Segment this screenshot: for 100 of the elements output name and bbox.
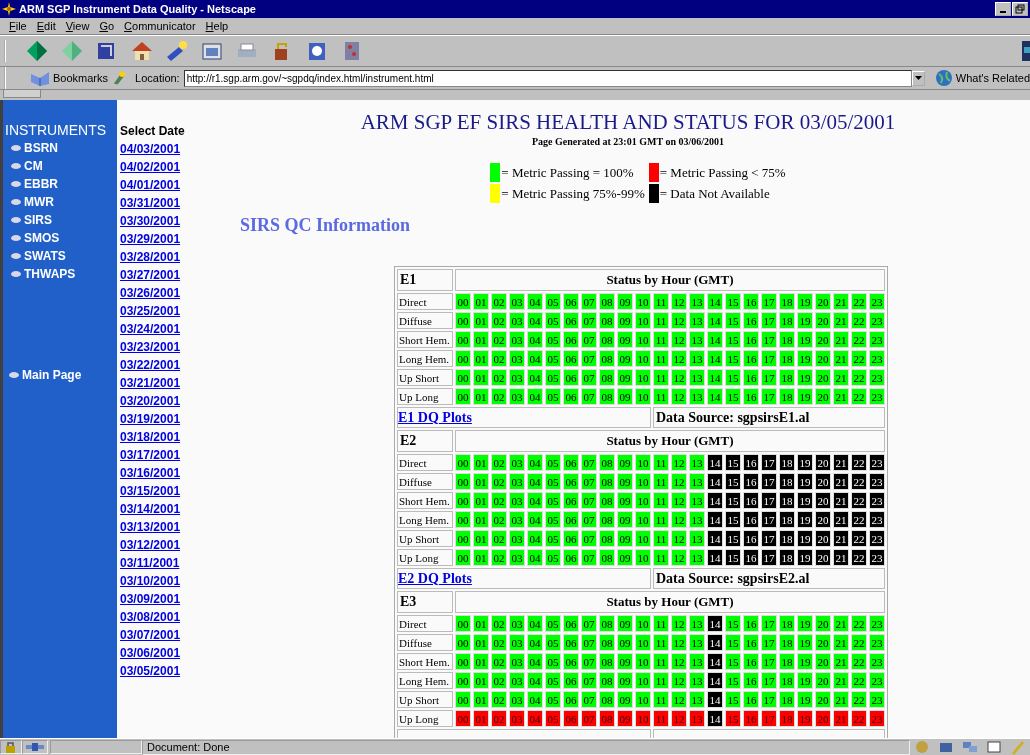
hour-cell: 09 — [617, 350, 633, 367]
date-link[interactable]: 03/11/2001 — [120, 554, 180, 572]
menu-item[interactable]: Help — [200, 20, 234, 32]
hour-cell: 06 — [563, 312, 579, 329]
hour-cell: 15 — [725, 710, 741, 727]
hour-cell: 16 — [743, 549, 759, 566]
date-link[interactable]: 03/31/2001 — [120, 194, 181, 212]
whats-related-button[interactable]: What's Related — [934, 69, 1030, 87]
back-icon[interactable] — [25, 39, 49, 63]
date-link[interactable]: 03/23/2001 — [120, 338, 181, 356]
date-link[interactable]: 03/28/2001 — [120, 248, 181, 266]
hour-cell: 05 — [545, 549, 561, 566]
date-link[interactable]: 03/18/2001 — [120, 428, 181, 446]
hour-cell: 23 — [869, 350, 885, 367]
hour-cell: 11 — [653, 473, 669, 490]
hour-cell: 12 — [671, 530, 687, 547]
date-link[interactable]: 03/06/2001 — [120, 644, 181, 662]
date-link[interactable]: 04/02/2001 — [120, 158, 181, 176]
table-header: Status by Hour (GMT) — [455, 430, 885, 452]
hour-cell: 04 — [527, 388, 543, 405]
url-field[interactable]: http://r1.sgp.arm.gov/~sgpdq/index.html/instrument.html — [183, 69, 912, 87]
hour-cell: 21 — [833, 511, 849, 528]
date-link[interactable]: 03/07/2001 — [120, 626, 181, 644]
main-page-link[interactable]: Main Page — [3, 366, 82, 384]
date-link[interactable]: 03/27/2001 — [120, 266, 181, 284]
sidebar-link[interactable]: BSRN — [3, 139, 58, 157]
hour-cell: 02 — [491, 293, 507, 310]
hour-cell: 13 — [689, 331, 705, 348]
date-link[interactable]: 03/19/2001 — [120, 410, 181, 428]
lock-button[interactable] — [0, 740, 22, 754]
date-link[interactable]: 03/17/2001 — [120, 446, 181, 464]
menu-item[interactable]: File — [4, 20, 32, 32]
restore-button[interactable] — [1012, 2, 1028, 16]
date-link[interactable]: 03/12/2001 — [120, 536, 181, 554]
hour-cell: 03 — [509, 672, 525, 689]
date-link[interactable]: 03/22/2001 — [120, 356, 181, 374]
hour-cell: 11 — [653, 691, 669, 708]
row-label: Short Hem. — [397, 331, 453, 348]
date-link[interactable]: 03/15/2001 — [120, 482, 181, 500]
menu-item[interactable]: Edit — [31, 20, 61, 32]
date-link[interactable]: 03/25/2001 — [120, 302, 181, 320]
date-link[interactable]: 03/21/2001 — [120, 374, 181, 392]
sidebar-link[interactable]: THWAPS — [3, 265, 76, 283]
hour-cell: 16 — [743, 634, 759, 651]
date-link[interactable]: 03/26/2001 — [120, 284, 181, 302]
connection-button[interactable] — [22, 740, 48, 754]
hour-cell: 20 — [815, 454, 831, 471]
date-link[interactable]: 04/01/2001 — [120, 176, 181, 194]
sidebar-link[interactable]: EBBR — [3, 175, 58, 193]
date-link[interactable]: 03/24/2001 — [120, 320, 181, 338]
hour-cell: 17 — [761, 549, 777, 566]
sidebar-link[interactable]: MWR — [3, 193, 54, 211]
sidebar-link[interactable]: CM — [3, 157, 43, 175]
menu-item[interactable]: View — [60, 20, 95, 32]
hour-cell: 10 — [635, 454, 651, 471]
hour-cell: 10 — [635, 473, 651, 490]
minimize-button[interactable] — [995, 2, 1011, 16]
hour-cell: 11 — [653, 331, 669, 348]
date-link[interactable]: 03/30/2001 — [120, 212, 181, 230]
date-link[interactable]: 03/29/2001 — [120, 230, 181, 248]
hour-cell: 00 — [455, 492, 471, 509]
date-link[interactable]: 03/20/2001 — [120, 392, 181, 410]
sidebar-link[interactable]: SMOS — [3, 229, 60, 247]
hour-cell: 18 — [779, 672, 795, 689]
hour-cell: 17 — [761, 511, 777, 528]
date-link[interactable]: 03/05/2001 — [120, 662, 181, 680]
collapsed-toolbar-tab[interactable] — [3, 90, 41, 98]
hour-cell: 14 — [707, 634, 723, 651]
hour-cell: 03 — [509, 710, 525, 727]
hour-cell: 14 — [707, 388, 723, 405]
hour-cell: 23 — [869, 369, 885, 386]
discussion-icon[interactable] — [962, 739, 978, 755]
hour-cell: 08 — [599, 549, 615, 566]
date-link[interactable]: 03/14/2001 — [120, 500, 181, 518]
date-link[interactable]: 03/13/2001 — [120, 518, 181, 536]
hour-cell: 21 — [833, 710, 849, 727]
hour-cell: 17 — [761, 691, 777, 708]
hour-cell: 12 — [671, 369, 687, 386]
hour-cell: 17 — [761, 530, 777, 547]
generated-time: Page Generated at 23:01 GMT on 03/06/2001 — [532, 136, 724, 147]
hour-cell: 00 — [455, 454, 471, 471]
hour-cell: 07 — [581, 492, 597, 509]
hour-cell: 12 — [671, 473, 687, 490]
hour-cell: 13 — [689, 388, 705, 405]
menu-item[interactable]: Go — [94, 20, 120, 32]
date-link[interactable]: 04/03/2001 — [120, 140, 181, 158]
sidebar-link[interactable]: SWATS — [3, 247, 66, 265]
date-link[interactable]: 03/09/2001 — [120, 590, 181, 608]
home-icon[interactable] — [130, 39, 154, 63]
bookmarks-button[interactable]: Bookmarks — [30, 70, 109, 86]
hour-cell: 10 — [635, 312, 651, 329]
menu-item[interactable]: Communicator — [119, 20, 201, 32]
search-icon[interactable] — [165, 39, 189, 63]
hour-cell: 05 — [545, 653, 561, 670]
date-link[interactable]: 03/10/2001 — [120, 572, 181, 590]
hour-cell: 05 — [545, 615, 561, 632]
date-link[interactable]: 03/16/2001 — [120, 464, 181, 482]
sidebar-link[interactable]: SIRS — [3, 211, 52, 229]
hour-cell: 15 — [725, 369, 741, 386]
date-link[interactable]: 03/08/2001 — [120, 608, 181, 626]
